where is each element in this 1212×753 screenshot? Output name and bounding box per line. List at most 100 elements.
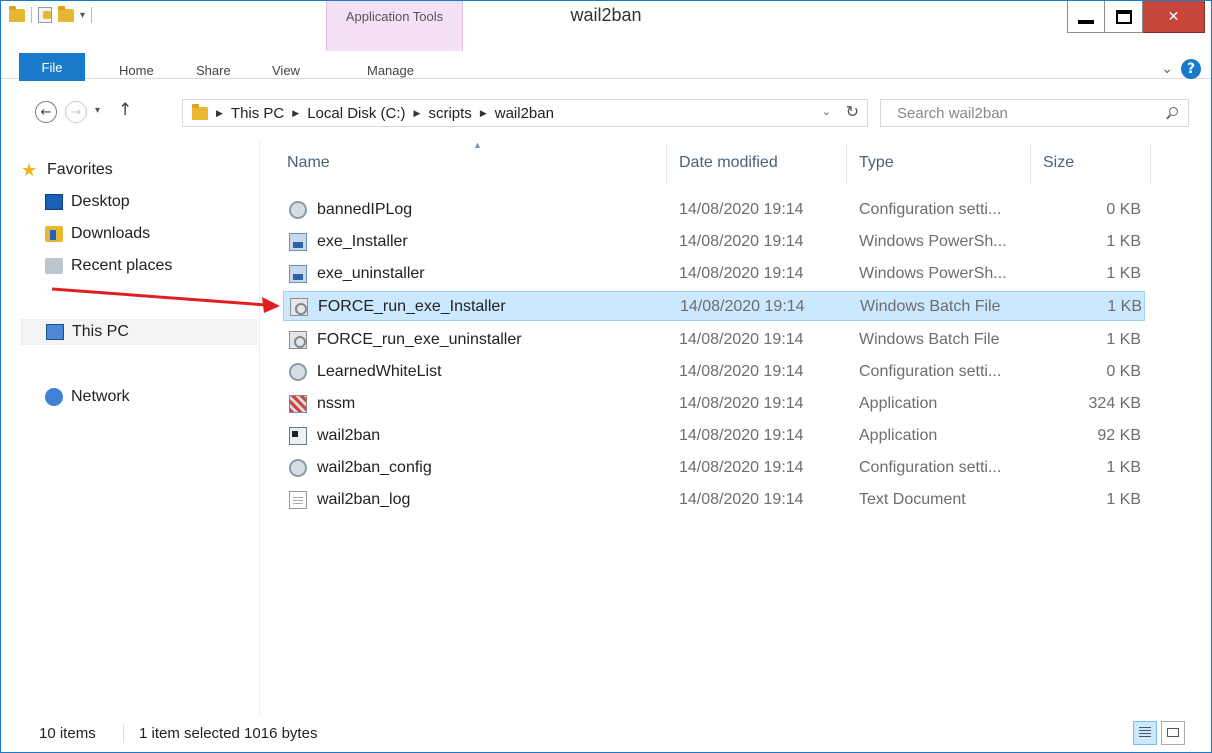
- title-bar: ▾ wail2ban ✕: [1, 1, 1211, 33]
- nav-network[interactable]: Network: [45, 384, 130, 410]
- file-type: Application: [859, 427, 938, 444]
- text-file-icon: [289, 491, 307, 509]
- nav-desktop[interactable]: Desktop: [45, 189, 130, 215]
- help-icon[interactable]: ?: [1181, 59, 1201, 79]
- tab-share[interactable]: Share: [196, 63, 231, 78]
- minimize-icon: [1078, 19, 1094, 24]
- customize-toolbar-icon[interactable]: ▾: [80, 10, 85, 21]
- nav-favorites-label: Favorites: [47, 161, 113, 178]
- refresh-icon[interactable]: ↻: [846, 102, 859, 122]
- config-file-icon: [289, 459, 307, 477]
- file-name: nssm: [317, 395, 356, 412]
- file-name: exe_Installer: [317, 233, 408, 250]
- breadcrumb-chevron-icon[interactable]: ▶: [292, 108, 299, 119]
- file-row[interactable]: wail2ban_log 14/08/2020 19:14 Text Docum…: [283, 485, 1145, 515]
- file-type: Application: [859, 395, 938, 412]
- forward-button[interactable]: →: [65, 101, 87, 123]
- tab-file[interactable]: File: [19, 53, 85, 81]
- item-count: 10 items: [39, 725, 96, 742]
- file-name: wail2ban: [317, 427, 381, 444]
- nav-downloads[interactable]: Downloads: [45, 221, 150, 247]
- nav-this-pc-label: This PC: [72, 323, 129, 340]
- file-name: LearnedWhiteList: [317, 363, 442, 380]
- file-type: Configuration setti...: [859, 363, 1002, 380]
- file-row[interactable]: exe_uninstaller 14/08/2020 19:14 Windows…: [283, 259, 1145, 289]
- nav-favorites[interactable]: ★ Favorites: [21, 157, 113, 183]
- toolbar-separator: [31, 7, 32, 23]
- file-row[interactable]: wail2ban 14/08/2020 19:14 Application 92…: [283, 421, 1145, 451]
- selection-info: 1 item selected 1016 bytes: [139, 725, 318, 742]
- breadcrumb-chevron-icon[interactable]: ▶: [216, 108, 223, 119]
- window-title: wail2ban: [570, 5, 642, 25]
- column-header-date[interactable]: Date modified: [667, 143, 847, 183]
- file-row[interactable]: LearnedWhiteList 14/08/2020 19:14 Config…: [283, 357, 1145, 387]
- back-button[interactable]: ←: [35, 101, 57, 123]
- pane-divider[interactable]: [259, 141, 260, 715]
- breadcrumb-chevron-icon[interactable]: ▶: [480, 108, 487, 119]
- breadcrumb-this-pc[interactable]: This PC: [231, 105, 284, 122]
- file-date: 14/08/2020 19:14: [679, 395, 804, 412]
- breadcrumb-local-disk[interactable]: Local Disk (C:): [307, 105, 405, 122]
- application-icon: [289, 427, 307, 445]
- folder-icon: [9, 5, 25, 22]
- properties-icon[interactable]: [38, 7, 52, 23]
- recent-places-icon: [45, 258, 63, 274]
- column-header-size[interactable]: Size: [1031, 143, 1151, 183]
- folder-icon: [192, 103, 208, 120]
- search-input[interactable]: Search wail2ban: [880, 99, 1189, 127]
- up-button[interactable]: ↑: [118, 100, 132, 120]
- maximize-button[interactable]: [1105, 1, 1143, 33]
- file-size: 324 KB: [1088, 395, 1141, 412]
- file-row[interactable]: exe_Installer 14/08/2020 19:14 Windows P…: [283, 227, 1145, 257]
- details-view-button[interactable]: [1133, 721, 1157, 745]
- file-size: 1 KB: [1106, 459, 1141, 476]
- nav-recent-places-label: Recent places: [71, 257, 173, 274]
- large-icons-view-button[interactable]: [1161, 721, 1185, 745]
- address-bar[interactable]: ▶ This PC ▶ Local Disk (C:) ▶ scripts ▶ …: [182, 99, 868, 127]
- file-type: Windows Batch File: [860, 298, 1001, 315]
- nav-desktop-label: Desktop: [71, 193, 130, 210]
- file-row-selected[interactable]: FORCE_run_exe_Installer 14/08/2020 19:14…: [283, 291, 1145, 321]
- breadcrumb-scripts[interactable]: scripts: [428, 105, 471, 122]
- navigation-bar: ← → ▾ ↑ ▶ This PC ▶ Local Disk (C:) ▶ sc…: [1, 83, 1211, 135]
- config-file-icon: [289, 201, 307, 219]
- file-size: 1 KB: [1106, 233, 1141, 250]
- file-type: Configuration setti...: [859, 201, 1002, 218]
- file-size: 1 KB: [1106, 331, 1141, 348]
- nav-recent-places[interactable]: Recent places: [45, 253, 172, 279]
- powershell-file-icon: [289, 233, 307, 251]
- column-header-name[interactable]: Name: [283, 140, 667, 183]
- tab-view[interactable]: View: [272, 63, 300, 78]
- close-button[interactable]: ✕: [1143, 1, 1205, 33]
- nav-network-label: Network: [71, 388, 130, 405]
- file-size: 0 KB: [1106, 363, 1141, 380]
- tab-home[interactable]: Home: [119, 63, 154, 78]
- file-name: wail2ban_log: [317, 491, 411, 508]
- file-size: 0 KB: [1106, 201, 1141, 218]
- search-placeholder: Search wail2ban: [897, 104, 1008, 122]
- breadcrumb-chevron-icon[interactable]: ▶: [414, 108, 421, 119]
- downloads-icon: [45, 226, 63, 242]
- column-header-type[interactable]: Type: [847, 143, 1031, 183]
- recent-locations-icon[interactable]: ▾: [95, 105, 100, 116]
- file-row[interactable]: wail2ban_config 14/08/2020 19:14 Configu…: [283, 453, 1145, 483]
- minimize-button[interactable]: [1067, 1, 1105, 33]
- tab-manage[interactable]: Manage: [367, 63, 414, 78]
- address-dropdown-icon[interactable]: ⌄: [822, 105, 831, 118]
- file-row[interactable]: bannedIPLog 14/08/2020 19:14 Configurati…: [283, 195, 1145, 225]
- new-folder-icon[interactable]: [58, 5, 74, 22]
- status-separator: [123, 725, 124, 743]
- expand-ribbon-icon[interactable]: ⌄: [1161, 61, 1173, 77]
- nav-this-pc[interactable]: This PC: [21, 319, 257, 345]
- column-header-date-label: Date modified: [679, 154, 778, 171]
- back-arrow-icon: ←: [40, 104, 52, 120]
- batch-file-icon: [289, 331, 307, 349]
- breadcrumb-wail2ban[interactable]: wail2ban: [495, 105, 554, 122]
- file-size: 1 KB: [1106, 491, 1141, 508]
- file-row[interactable]: nssm 14/08/2020 19:14 Application 324 KB: [283, 389, 1145, 419]
- ribbon-tabs: Home Share View Manage: [1, 51, 1211, 79]
- file-date: 14/08/2020 19:14: [679, 201, 804, 218]
- maximize-icon: [1115, 9, 1132, 24]
- search-icon[interactable]: [1169, 107, 1178, 116]
- file-row[interactable]: FORCE_run_exe_uninstaller 14/08/2020 19:…: [283, 325, 1145, 355]
